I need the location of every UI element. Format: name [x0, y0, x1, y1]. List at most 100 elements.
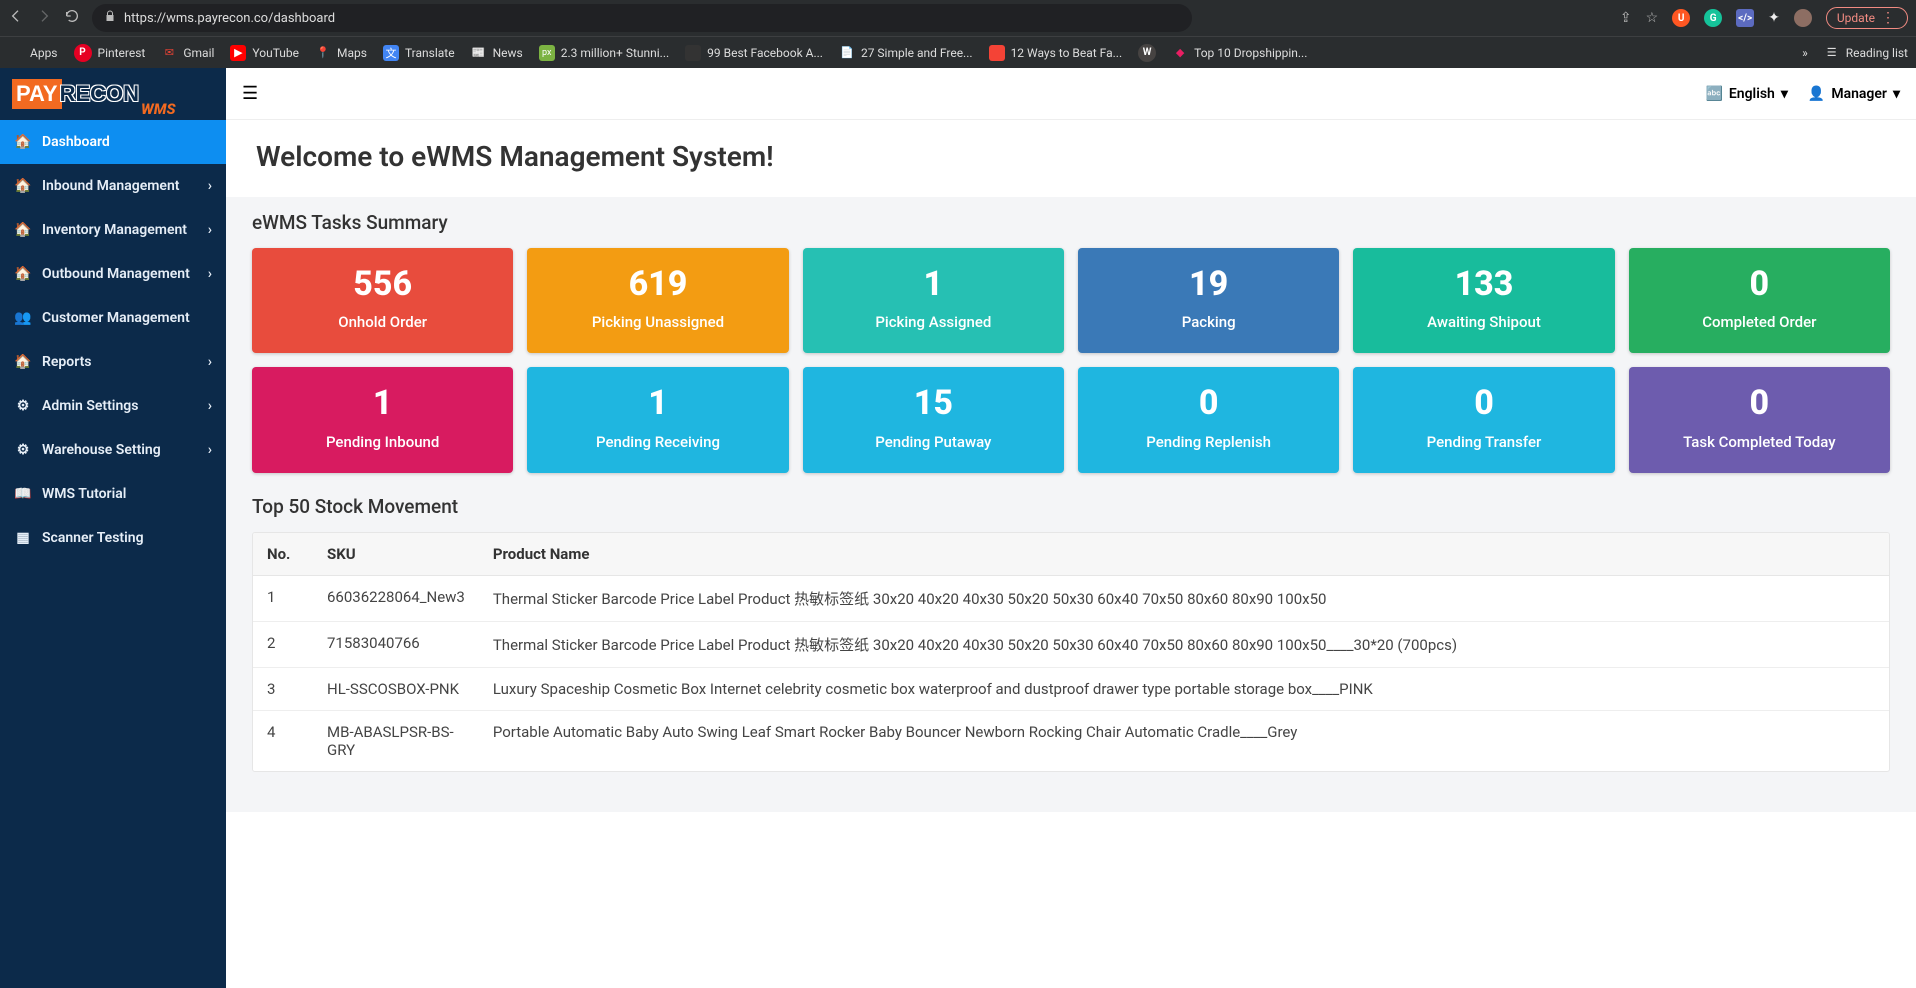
chevron-right-icon: ›	[208, 398, 212, 414]
forward-icon[interactable]	[36, 8, 52, 28]
col-product-name: Product Name	[479, 533, 1889, 576]
sidebar-item-customer-management[interactable]: 👥 Customer Management	[0, 296, 226, 340]
card-label: Pending Putaway	[813, 433, 1054, 451]
stock-title: Top 50 Stock Movement	[252, 495, 1890, 518]
sidebar-item-inbound-management[interactable]: 🏠Inbound Management›	[0, 164, 226, 208]
url-bar[interactable]: https://wms.payrecon.co/dashboard	[92, 4, 1192, 32]
ext-g-icon[interactable]: G	[1704, 9, 1722, 27]
cell-sku: 71583040766	[313, 621, 479, 667]
bookmark-wp[interactable]: W	[1138, 44, 1156, 62]
card-label: Pending Transfer	[1363, 433, 1604, 451]
language-dropdown[interactable]: 🔤 English ▾	[1705, 86, 1787, 102]
summary-card-pending-receiving[interactable]: 1 Pending Receiving	[527, 367, 788, 472]
qr-icon: ▦	[14, 530, 32, 546]
cell-sku: HL-SSCOSBOX-PNK	[313, 667, 479, 710]
col-sku: SKU	[313, 533, 479, 576]
table-row: 271583040766Thermal Sticker Barcode Pric…	[253, 621, 1889, 667]
sidebar-item-dashboard[interactable]: 🏠Dashboard	[0, 120, 226, 164]
card-value: 0	[1639, 385, 1880, 422]
bookmark-simple-free[interactable]: 📄27 Simple and Free...	[839, 45, 973, 61]
browser-toolbar: https://wms.payrecon.co/dashboard ⇪ ☆ U …	[0, 0, 1916, 36]
sidebar-item-admin-settings[interactable]: ⚙ Admin Settings ›	[0, 384, 226, 428]
bookmarks-bar: Apps PPinterest ✉Gmail ▶YouTube 📍Maps 文T…	[0, 36, 1916, 68]
summary-card-onhold-order[interactable]: 556 Onhold Order	[252, 248, 513, 353]
dashboard-icon: 🏠	[14, 222, 32, 238]
card-value: 0	[1363, 385, 1604, 422]
card-label: Picking Assigned	[813, 313, 1054, 331]
bookmark-dropship[interactable]: ◆Top 10 Dropshippin...	[1172, 45, 1307, 61]
bookmark-apps[interactable]: Apps	[8, 45, 58, 61]
cell-sku: 66036228064_New3	[313, 575, 479, 621]
summary-card-task-completed-today[interactable]: 0Task Completed Today	[1629, 367, 1890, 472]
summary-card-pending-replenish[interactable]: 0Pending Replenish	[1078, 367, 1339, 472]
summary-card-pending-transfer[interactable]: 0 Pending Transfer	[1353, 367, 1614, 472]
sidebar-item-label: Customer Management	[42, 310, 190, 326]
translate-icon: 🔤	[1705, 86, 1722, 102]
bookmark-youtube[interactable]: ▶YouTube	[230, 45, 299, 61]
sidebar-item-scanner-testing[interactable]: ▦ Scanner Testing	[0, 516, 226, 560]
stock-table: No. SKU Product Name 166036228064_New3Th…	[252, 532, 1890, 772]
summary-card-picking-unassigned[interactable]: 619 Picking Unassigned	[527, 248, 788, 353]
card-label: Pending Receiving	[537, 433, 778, 451]
card-value: 15	[813, 385, 1054, 422]
table-row: 3HL-SSCOSBOX-PNKLuxury Spaceship Cosmeti…	[253, 667, 1889, 710]
card-value: 1	[537, 385, 778, 422]
card-label: Picking Unassigned	[537, 313, 778, 331]
card-label: Onhold Order	[262, 313, 503, 331]
bookmark-pixabay[interactable]: px2.3 million+ Stunni...	[539, 45, 669, 61]
reading-list[interactable]: ☰Reading list	[1824, 45, 1908, 61]
sidebar-item-inventory-management[interactable]: 🏠Inventory Management›	[0, 208, 226, 252]
sidebar-item-warehouse-setting[interactable]: ⚙Warehouse Setting›	[0, 428, 226, 472]
back-icon[interactable]	[8, 8, 24, 28]
profile-avatar[interactable]	[1794, 9, 1812, 27]
sidebar-item-reports[interactable]: 🏠Reports›	[0, 340, 226, 384]
hamburger-icon[interactable]: ☰	[242, 83, 258, 104]
sidebar-item-label: Warehouse Setting	[42, 442, 161, 458]
bookmark-news[interactable]: 📰News	[471, 45, 523, 61]
card-value: 619	[537, 266, 778, 303]
summary-card-completed-order[interactable]: 0Completed Order	[1629, 248, 1890, 353]
cell-no: 3	[253, 667, 313, 710]
bookmark-overflow[interactable]: »	[1802, 46, 1808, 60]
summary-card-pending-inbound[interactable]: 1Pending Inbound	[252, 367, 513, 472]
users-icon: 👥	[14, 310, 32, 326]
user-dropdown[interactable]: 👤 Manager ▾	[1808, 86, 1900, 102]
sidebar-item-label: Admin Settings	[42, 398, 138, 414]
bookmark-gmail[interactable]: ✉Gmail	[161, 45, 214, 61]
bookmark-fb-ads[interactable]: 99 Best Facebook A...	[685, 45, 823, 61]
sidebar-item-label: Scanner Testing	[42, 530, 144, 546]
bookmark-translate[interactable]: 文Translate	[383, 45, 455, 61]
share-icon[interactable]: ⇪	[1620, 10, 1632, 26]
cell-name: Portable Automatic Baby Auto Swing Leaf …	[479, 710, 1889, 771]
lock-icon	[104, 10, 116, 26]
ext-code-icon[interactable]: </>	[1736, 9, 1754, 27]
table-row: 4MB-ABASLPSR-BS-GRYPortable Automatic Ba…	[253, 710, 1889, 771]
card-value: 556	[262, 266, 503, 303]
bookmark-pinterest[interactable]: PPinterest	[74, 44, 146, 62]
extensions-icon[interactable]: ✦	[1768, 10, 1780, 26]
bookmark-beat-fa[interactable]: 12 Ways to Beat Fa...	[989, 45, 1123, 61]
summary-card-awaiting-shipout[interactable]: 133Awaiting Shipout	[1353, 248, 1614, 353]
summary-card-packing[interactable]: 19Packing	[1078, 248, 1339, 353]
reload-icon[interactable]	[64, 8, 80, 28]
cell-name: Thermal Sticker Barcode Price Label Prod…	[479, 575, 1889, 621]
star-icon[interactable]: ☆	[1646, 10, 1659, 26]
chevron-right-icon: ›	[208, 222, 212, 238]
sidebar-item-outbound-management[interactable]: 🏠Outbound Management›	[0, 252, 226, 296]
gear-icon: ⚙	[14, 398, 32, 414]
app-logo: PAYRECONWMS	[0, 68, 226, 120]
summary-card-pending-putaway[interactable]: 15 Pending Putaway	[803, 367, 1064, 472]
bookmark-maps[interactable]: 📍Maps	[315, 45, 367, 61]
summary-card-picking-assigned[interactable]: 1Picking Assigned	[803, 248, 1064, 353]
cell-name: Luxury Spaceship Cosmetic Box Internet c…	[479, 667, 1889, 710]
sidebar: PAYRECONWMS 🏠Dashboard🏠Inbound Managemen…	[0, 68, 226, 988]
update-button[interactable]: Update⋮	[1826, 7, 1908, 29]
cell-no: 1	[253, 575, 313, 621]
card-label: Awaiting Shipout	[1363, 313, 1604, 331]
book-icon: 📖	[14, 486, 32, 502]
url-text: https://wms.payrecon.co/dashboard	[124, 11, 335, 26]
chevron-down-icon: ▾	[1893, 86, 1900, 102]
ext-u-icon[interactable]: U	[1672, 9, 1690, 27]
cell-sku: MB-ABASLPSR-BS-GRY	[313, 710, 479, 771]
sidebar-item-wms-tutorial[interactable]: 📖WMS Tutorial	[0, 472, 226, 516]
